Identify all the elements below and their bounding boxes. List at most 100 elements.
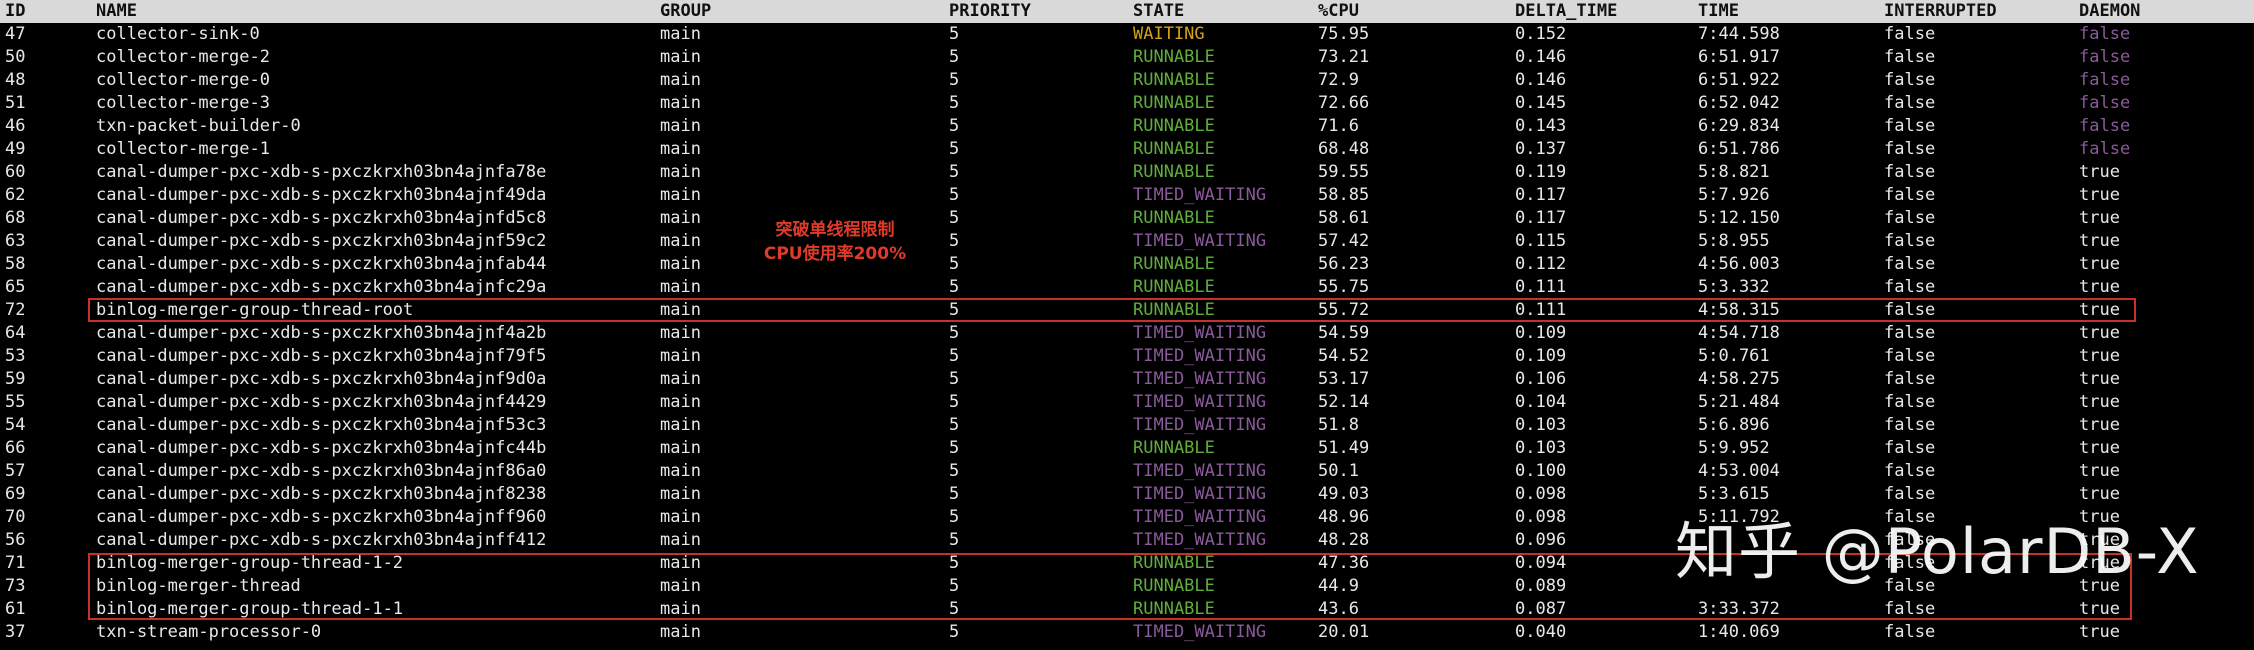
table-row[interactable]: 55 canal-dumper-pxc-xdb-s-pxczkrxh03bn4aj… bbox=[0, 391, 2254, 414]
table-row[interactable]: 53 canal-dumper-pxc-xdb-s-pxczkrxh03bn4aj… bbox=[0, 345, 2254, 368]
cell-cpu: 48.96 bbox=[1318, 507, 1370, 527]
cell-state: RUNNABLE bbox=[1133, 300, 1215, 320]
table-row[interactable]: 49 collector-merge-1 main 5 RUNNABLE 68.48 0.1… bbox=[0, 138, 2254, 161]
cell-group: main bbox=[660, 576, 701, 596]
cell-interrupted: false bbox=[1884, 346, 1936, 366]
cell-id: 58 bbox=[5, 254, 26, 274]
cell-state: TIMED_WAITING bbox=[1133, 622, 1267, 642]
cell-interrupted: false bbox=[1884, 461, 1936, 481]
table-row[interactable]: 54 canal-dumper-pxc-xdb-s-pxczkrxh03bn4aj… bbox=[0, 414, 2254, 437]
cell-state: RUNNABLE bbox=[1133, 438, 1215, 458]
cell-priority: 5 bbox=[949, 369, 960, 389]
cell-time: 5:6.896 bbox=[1698, 415, 1770, 435]
cell-name: canal-dumper-pxc-xdb-s-pxczkrxh03bn4ajnf… bbox=[96, 208, 547, 228]
cell-delta-time: 0.100 bbox=[1515, 461, 1567, 481]
cell-name: canal-dumper-pxc-xdb-s-pxczkrxh03bn4ajnf… bbox=[96, 231, 547, 251]
table-row[interactable]: 46 txn-packet-builder-0 main 5 RUNNABLE 71.6 0… bbox=[0, 115, 2254, 138]
cell-interrupted: false bbox=[1884, 162, 1936, 182]
cell-id: 73 bbox=[5, 576, 26, 596]
header-group[interactable]: GROUP bbox=[660, 1, 711, 22]
table-row[interactable]: 51 collector-merge-3 main 5 RUNNABLE 72.66 0.1… bbox=[0, 92, 2254, 115]
cell-name: canal-dumper-pxc-xdb-s-pxczkrxh03bn4ajnf… bbox=[96, 415, 547, 435]
cell-time: 5:0.761 bbox=[1698, 346, 1770, 366]
header-daemon[interactable]: DAEMON bbox=[2079, 1, 2140, 22]
cell-interrupted: false bbox=[1884, 392, 1936, 412]
cell-delta-time: 0.109 bbox=[1515, 323, 1567, 343]
cell-id: 71 bbox=[5, 553, 26, 573]
cell-time: 4:58.275 bbox=[1698, 369, 1780, 389]
cell-delta-time: 0.106 bbox=[1515, 369, 1567, 389]
table-row[interactable]: 64 canal-dumper-pxc-xdb-s-pxczkrxh03bn4aj… bbox=[0, 322, 2254, 345]
cell-daemon: true bbox=[2079, 438, 2120, 458]
cell-interrupted: false bbox=[1884, 139, 1936, 159]
cell-daemon: true bbox=[2079, 277, 2120, 297]
table-row[interactable]: 63 canal-dumper-pxc-xdb-s-pxczkrxh03bn4aj… bbox=[0, 230, 2254, 253]
cell-state: TIMED_WAITING bbox=[1133, 507, 1267, 527]
cell-interrupted: false bbox=[1884, 185, 1936, 205]
cell-daemon: true bbox=[2079, 369, 2120, 389]
table-row[interactable]: 58 canal-dumper-pxc-xdb-s-pxczkrxh03bn4aj… bbox=[0, 253, 2254, 276]
header-interrupted[interactable]: INTERRUPTED bbox=[1884, 1, 1997, 22]
cell-time: 4:54.718 bbox=[1698, 323, 1780, 343]
cell-time: 4:56.003 bbox=[1698, 254, 1780, 274]
cell-name: canal-dumper-pxc-xdb-s-pxczkrxh03bn4ajnf… bbox=[96, 530, 547, 550]
cell-priority: 5 bbox=[949, 300, 960, 320]
table-row[interactable]: 65 canal-dumper-pxc-xdb-s-pxczkrxh03bn4aj… bbox=[0, 276, 2254, 299]
table-row[interactable]: 60 canal-dumper-pxc-xdb-s-pxczkrxh03bn4aj… bbox=[0, 161, 2254, 184]
cell-time: 5:12.150 bbox=[1698, 208, 1780, 228]
header-priority[interactable]: PRIORITY bbox=[949, 1, 1031, 22]
table-row[interactable]: 37 txn-stream-processor-0 main 5 TIMED_WAITI… bbox=[0, 621, 2254, 644]
cell-state: RUNNABLE bbox=[1133, 576, 1215, 596]
cell-id: 56 bbox=[5, 530, 26, 550]
cell-name: binlog-merger-thread bbox=[96, 576, 301, 596]
cell-daemon: false bbox=[2079, 24, 2131, 44]
cell-time: 4:58.315 bbox=[1698, 300, 1780, 320]
cell-group: main bbox=[660, 300, 701, 320]
cell-time: 5:3.332 bbox=[1698, 277, 1770, 297]
cell-group: main bbox=[660, 553, 701, 573]
header-delta-time[interactable]: DELTA_TIME bbox=[1515, 1, 1617, 22]
cell-cpu: 71.6 bbox=[1318, 116, 1359, 136]
header-cpu[interactable]: %CPU bbox=[1318, 1, 1359, 22]
table-row[interactable]: 68 canal-dumper-pxc-xdb-s-pxczkrxh03bn4aj… bbox=[0, 207, 2254, 230]
cell-state: RUNNABLE bbox=[1133, 70, 1215, 90]
cell-priority: 5 bbox=[949, 70, 960, 90]
table-row[interactable]: 47 collector-sink-0 main 5 WAITING 75.95 0.152… bbox=[0, 23, 2254, 46]
cell-delta-time: 0.146 bbox=[1515, 70, 1567, 90]
cell-priority: 5 bbox=[949, 599, 960, 619]
table-row[interactable]: 66 canal-dumper-pxc-xdb-s-pxczkrxh03bn4aj… bbox=[0, 437, 2254, 460]
header-time[interactable]: TIME bbox=[1698, 1, 1739, 22]
cell-daemon: true bbox=[2079, 622, 2120, 642]
table-row[interactable]: 62 canal-dumper-pxc-xdb-s-pxczkrxh03bn4aj… bbox=[0, 184, 2254, 207]
table-row[interactable]: 61 binlog-merger-group-thread-1-1 main 5 RUN… bbox=[0, 598, 2254, 621]
table-row[interactable]: 48 collector-merge-0 main 5 RUNNABLE 72.9 0.14… bbox=[0, 69, 2254, 92]
cell-daemon: true bbox=[2079, 599, 2120, 619]
cell-daemon: true bbox=[2079, 208, 2120, 228]
cell-delta-time: 0.089 bbox=[1515, 576, 1567, 596]
cell-cpu: 51.8 bbox=[1318, 415, 1359, 435]
table-row[interactable]: 57 canal-dumper-pxc-xdb-s-pxczkrxh03bn4aj… bbox=[0, 460, 2254, 483]
cell-id: 63 bbox=[5, 231, 26, 251]
cell-delta-time: 0.103 bbox=[1515, 438, 1567, 458]
header-name[interactable]: NAME bbox=[96, 1, 137, 22]
cell-id: 48 bbox=[5, 70, 26, 90]
header-id[interactable]: ID bbox=[5, 1, 25, 22]
cell-cpu: 43.6 bbox=[1318, 599, 1359, 619]
cell-name: binlog-merger-group-thread-1-1 bbox=[96, 599, 404, 619]
cell-state: TIMED_WAITING bbox=[1133, 415, 1267, 435]
cell-name: canal-dumper-pxc-xdb-s-pxczkrxh03bn4ajnf… bbox=[96, 277, 547, 297]
cell-name: collector-sink-0 bbox=[96, 24, 260, 44]
table-row[interactable]: 72 binlog-merger-group-thread-root main 5 RU… bbox=[0, 299, 2254, 322]
cell-id: 69 bbox=[5, 484, 26, 504]
cell-time: 6:29.834 bbox=[1698, 116, 1780, 136]
cell-interrupted: false bbox=[1884, 484, 1936, 504]
cell-id: 57 bbox=[5, 461, 26, 481]
table-row[interactable]: 50 collector-merge-2 main 5 RUNNABLE 73.21 0.1… bbox=[0, 46, 2254, 69]
cell-time: 3:33.372 bbox=[1698, 599, 1780, 619]
table-row[interactable]: 69 canal-dumper-pxc-xdb-s-pxczkrxh03bn4aj… bbox=[0, 483, 2254, 506]
table-row[interactable]: 59 canal-dumper-pxc-xdb-s-pxczkrxh03bn4aj… bbox=[0, 368, 2254, 391]
header-state[interactable]: STATE bbox=[1133, 1, 1184, 22]
cell-cpu: 55.72 bbox=[1318, 300, 1370, 320]
cell-group: main bbox=[660, 24, 701, 44]
cell-group: main bbox=[660, 438, 701, 458]
